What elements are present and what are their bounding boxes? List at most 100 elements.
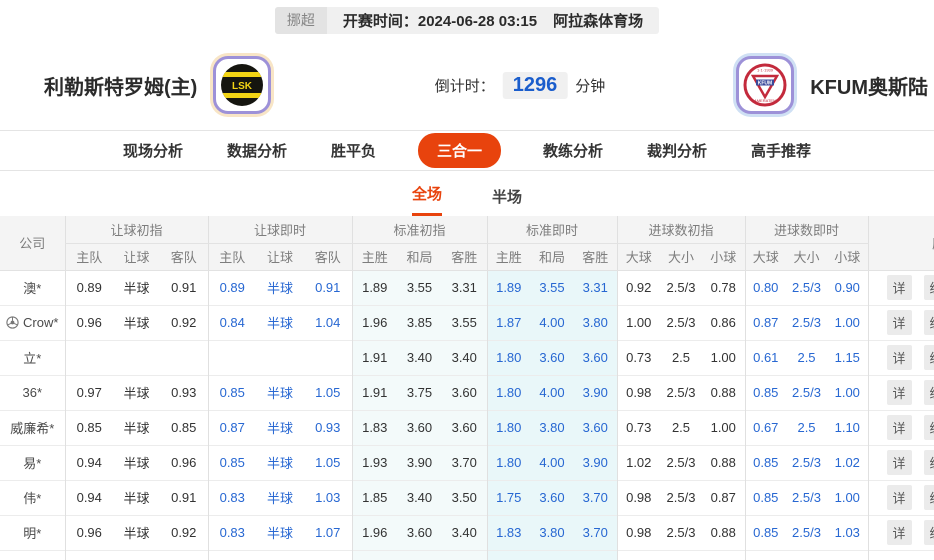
odds-cell: 0.93 xyxy=(304,409,352,445)
odds-cell: 0.88 xyxy=(702,444,746,480)
nav-tab-0[interactable]: 现场分析 xyxy=(121,134,185,167)
odds-cell: 2.5/3 xyxy=(660,514,702,550)
col-subheader: 主胜 xyxy=(351,243,397,271)
detail-button[interactable]: 详 xyxy=(886,485,912,510)
nav-tab-2[interactable]: 胜平负 xyxy=(329,134,378,167)
match-header: 利勒斯特罗姆(主) LSK 倒计时： 1296 分钟 1·1·1939 KAME… xyxy=(0,40,934,130)
odds-cell: 0.83 xyxy=(207,514,256,550)
odds-cell: 3.80 xyxy=(530,409,574,445)
subtab-1[interactable]: 半场 xyxy=(492,186,522,216)
row-actions: 详统 xyxy=(867,304,934,340)
odds-cell: 1.80 xyxy=(486,409,530,445)
detail-button[interactable]: 详 xyxy=(886,520,912,545)
odds-cell xyxy=(207,549,256,560)
subtab-0[interactable]: 全场 xyxy=(411,183,442,216)
table-row: 易* 0.94 半球 0.96 0.85 半球 1.05 1.93 3.90 3.70 1.80 4.… xyxy=(0,444,934,480)
table-row: 明* 0.96 半球 0.92 0.83 半球 1.07 1.96 3.60 3.40 1.83 3.… xyxy=(0,514,934,550)
col-group-header-5: 进球数即时 xyxy=(744,216,869,244)
stats-button[interactable]: 统 xyxy=(923,450,934,475)
stats-button[interactable]: 统 xyxy=(923,310,934,335)
odds-cell: 1.96 xyxy=(351,304,397,340)
stats-button[interactable]: 统 xyxy=(923,415,934,440)
odds-cell: 0.85 xyxy=(160,409,208,445)
odds-cell: 2.5 xyxy=(660,409,702,445)
odds-cell: 3.90 xyxy=(397,444,442,480)
kickoff-time: 开赛时间：2024-06-28 03:15 xyxy=(342,12,538,30)
detail-button[interactable]: 详 xyxy=(886,275,912,300)
stats-button[interactable]: 统 xyxy=(923,520,934,545)
home-team-logo-icon: LSK xyxy=(213,56,272,114)
odds-cell: 半球 xyxy=(113,409,160,445)
odds-cell: 0.96 xyxy=(160,444,208,480)
odds-cell xyxy=(702,549,746,560)
odds-cell: 2.5 xyxy=(786,339,828,375)
col-subheader: 让球 xyxy=(256,243,304,271)
odds-cell: 0.61 xyxy=(744,339,787,375)
detail-button[interactable]: 详 xyxy=(886,380,912,405)
odds-cell: 1.83 xyxy=(351,409,397,445)
col-subheader: 大小 xyxy=(786,243,828,271)
odds-cell: 1.05 xyxy=(304,374,352,410)
odds-cell: 1.89 xyxy=(351,269,397,305)
detail-button[interactable]: 详 xyxy=(886,345,912,370)
stats-button[interactable]: 统 xyxy=(923,275,934,300)
nav-tab-1[interactable]: 数据分析 xyxy=(225,134,289,167)
col-subheader: 大球 xyxy=(616,243,660,271)
odds-cell: 1.07 xyxy=(304,514,352,550)
col-group-header-0: 让球初指 xyxy=(64,216,208,244)
detail-button[interactable]: 详 xyxy=(886,450,912,475)
odds-cell: 1.80 xyxy=(486,374,530,410)
odds-cell xyxy=(660,549,702,560)
detail-button[interactable]: 详 xyxy=(886,310,912,335)
odds-cell: 半球 xyxy=(113,479,160,515)
col-subheader: 大小 xyxy=(660,243,702,271)
odds-cell: 3.60 xyxy=(442,374,487,410)
col-subheader: 大球 xyxy=(744,243,787,271)
odds-cell xyxy=(530,549,574,560)
odds-cell: 1.80 xyxy=(486,444,530,480)
row-actions: 详统 xyxy=(867,514,934,550)
odds-cell: 3.40 xyxy=(397,479,442,515)
row-actions: 详统 xyxy=(867,269,934,305)
company-name xyxy=(0,549,65,560)
odds-cell xyxy=(304,549,352,560)
odds-cell: 2.5/3 xyxy=(660,269,702,305)
odds-cell: 1.80 xyxy=(486,339,530,375)
company-name: 威廉希* xyxy=(0,409,65,445)
nav-tab-4[interactable]: 教练分析 xyxy=(541,134,605,167)
away-team-name: KFUM奥斯陆 xyxy=(810,76,928,99)
odds-cell: 2.5 xyxy=(786,409,828,445)
odds-cell: 3.60 xyxy=(397,409,442,445)
odds-cell: 3.40 xyxy=(442,514,487,550)
odds-cell: 3.85 xyxy=(397,304,442,340)
odds-cell: 0.85 xyxy=(207,444,256,480)
stats-button[interactable]: 统 xyxy=(923,485,934,510)
countdown-label: 倒计时： xyxy=(434,78,495,95)
odds-cell: 4.00 xyxy=(530,444,574,480)
odds-cell: 3.55 xyxy=(442,304,487,340)
away-team: 1·1·1939 KAMERATENE KFUM KFUM奥斯陆 xyxy=(736,54,928,116)
row-actions: 详统 xyxy=(867,409,934,445)
row-actions: 详统 xyxy=(867,444,934,480)
odds-cell: 半球 xyxy=(256,444,304,480)
odds-cell xyxy=(64,549,113,560)
stats-button[interactable]: 统 xyxy=(923,345,934,370)
col-subheader: 客队 xyxy=(304,243,352,271)
odds-cell xyxy=(304,339,352,375)
odds-cell: 1.04 xyxy=(304,304,352,340)
stats-button[interactable]: 统 xyxy=(923,380,934,405)
row-actions xyxy=(867,549,934,560)
odds-cell: 0.85 xyxy=(744,374,787,410)
odds-cell xyxy=(574,549,617,560)
odds-cell: 1.93 xyxy=(351,444,397,480)
detail-button[interactable]: 详 xyxy=(886,415,912,440)
odds-cell: 3.40 xyxy=(397,339,442,375)
odds-cell: 2.5/3 xyxy=(786,269,828,305)
odds-cell: 0.85 xyxy=(744,444,787,480)
nav-tab-3[interactable]: 三合一 xyxy=(417,133,501,168)
countdown-value: 1296 xyxy=(502,72,568,99)
nav-tab-6[interactable]: 高手推荐 xyxy=(749,134,813,167)
col-header-company: 公司 xyxy=(0,216,65,271)
nav-tab-5[interactable]: 裁判分析 xyxy=(645,134,709,167)
odds-cell xyxy=(786,549,828,560)
